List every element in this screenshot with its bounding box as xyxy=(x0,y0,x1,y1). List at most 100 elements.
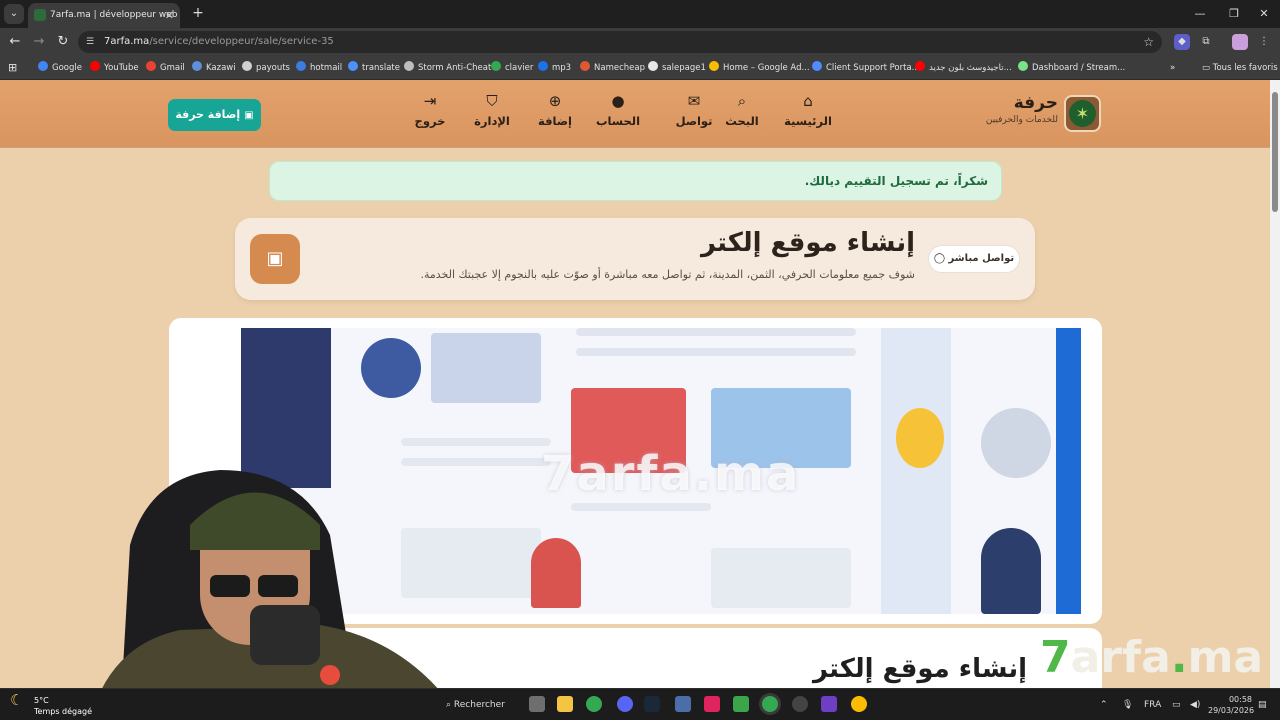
bookmark-payouts[interactable]: payouts xyxy=(242,56,290,80)
bookmark-google[interactable]: Google xyxy=(38,56,82,80)
tab-title: 7arfa.ma | développeur web m xyxy=(50,10,180,20)
illustration-person xyxy=(981,528,1041,614)
windows-taskbar: ☾ 5°C Temps dégagé ⌕ Rechercher ⌃ 🎙 FRA ▭… xyxy=(0,688,1280,720)
meta-icon xyxy=(812,61,822,71)
chevron-right-icon[interactable]: » xyxy=(1170,56,1175,80)
active-tab[interactable]: 7arfa.ma | développeur web m ✕ xyxy=(28,3,180,28)
obs-icon[interactable] xyxy=(792,696,808,712)
profile-avatar[interactable] xyxy=(1232,34,1248,50)
window-close-icon[interactable]: ✕ xyxy=(1248,4,1280,24)
bookmark-mp3[interactable]: mp3 xyxy=(538,56,571,80)
logout-icon: ⇥ xyxy=(423,92,437,110)
moon-icon: ☾ xyxy=(10,691,24,709)
service-title: إنشاء موقع إلكتر xyxy=(700,228,915,258)
bookmark-storm-anti-cheat[interactable]: Storm Anti-Cheat xyxy=(404,56,491,80)
service-subtitle: شوف جميع معلومات الحرفي، الثمن، المدينة،… xyxy=(420,268,915,281)
image-placeholder-icon xyxy=(431,333,541,403)
bookmark-translate[interactable]: translate xyxy=(348,56,400,80)
shield-icon: ⛉ xyxy=(486,92,498,110)
minimize-icon[interactable]: — xyxy=(1184,4,1216,24)
nav-add[interactable]: ⊕ إضافة xyxy=(520,92,590,128)
bookmark-namecheap[interactable]: Namecheap xyxy=(580,56,645,80)
storm-icon xyxy=(404,61,414,71)
nav-search[interactable]: ⌕ البحث xyxy=(707,92,777,128)
service-title-card: ▣ إنشاء موقع إلكتر شوف جميع معلومات الحر… xyxy=(235,218,1035,300)
steam-icon[interactable] xyxy=(644,696,660,712)
nav-admin[interactable]: ⛉ الإدارة xyxy=(457,92,527,128)
notification-icon[interactable]: ▤ xyxy=(1258,689,1267,720)
webcam-overlay xyxy=(90,465,462,720)
close-icon[interactable]: ✕ xyxy=(165,3,174,28)
nav-home[interactable]: ⌂ الرئيسية xyxy=(773,92,843,128)
bookmark-gmail[interactable]: Gmail xyxy=(146,56,185,80)
bookmark-star-icon[interactable]: ☆ xyxy=(1143,31,1154,53)
bookmark-youtube-video[interactable]: تاجيدوسث بلون جديد... xyxy=(915,56,1012,80)
direct-contact-button[interactable]: تواصل مباشر ◯ xyxy=(928,245,1020,273)
taskbar-search[interactable]: ⌕ Rechercher xyxy=(446,695,505,715)
apps-grid-icon[interactable]: ⊞ xyxy=(8,56,17,80)
chrome-canary-icon[interactable] xyxy=(851,696,867,712)
mp3-icon xyxy=(538,61,548,71)
back-icon[interactable]: ← xyxy=(4,32,26,52)
google-icon xyxy=(38,61,48,71)
file-explorer-icon[interactable] xyxy=(557,696,573,712)
language-indicator[interactable]: FRA xyxy=(1144,689,1161,720)
address-bar[interactable]: ☰ 7arfa.ma/service/developpeur/sale/serv… xyxy=(78,31,1162,53)
task-view-icon[interactable] xyxy=(529,696,545,712)
extensions-puzzle-icon[interactable]: ⧉ xyxy=(1198,34,1214,50)
kazawi-icon xyxy=(192,61,202,71)
microphone-icon[interactable]: 🎙 xyxy=(1122,689,1133,720)
bookmark-clavier[interactable]: clavier xyxy=(491,56,533,80)
star-emblem-icon: ✶ xyxy=(1069,100,1096,127)
bookmark-youtube[interactable]: YouTube xyxy=(90,56,139,80)
bookmarks-bar: ⊞ Google YouTube Gmail Kazawi payouts ho… xyxy=(0,56,1280,80)
bookmark-hotmail[interactable]: hotmail xyxy=(296,56,342,80)
folder-icon: ▭ xyxy=(1202,63,1213,73)
app-icon[interactable] xyxy=(821,696,837,712)
brand-title: حرفة xyxy=(1013,93,1058,113)
bookmark-kazawi[interactable]: Kazawi xyxy=(192,56,236,80)
gear-icon xyxy=(981,408,1051,478)
dashboard-icon xyxy=(1018,61,1028,71)
play-icon[interactable] xyxy=(733,696,749,712)
volume-icon[interactable]: ◀) xyxy=(1190,689,1200,720)
extension-icon[interactable]: ◆ xyxy=(1174,34,1190,50)
new-tab-button[interactable]: + xyxy=(188,3,208,23)
toolbar: ← → ↻ ☰ 7arfa.ma/service/developpeur/sal… xyxy=(0,28,1280,56)
clock[interactable]: 00:58 29/03/2026 xyxy=(1208,694,1254,716)
tray-chevron-icon[interactable]: ⌃ xyxy=(1100,689,1108,720)
bookmark-dashboard[interactable]: Dashboard / Stream... xyxy=(1018,56,1125,80)
all-bookmarks-folder[interactable]: ▭ Tous les favoris xyxy=(1202,56,1278,80)
brand[interactable]: حرفة للخدمات والحرفيين xyxy=(960,92,1058,127)
site-logo[interactable]: ✶ xyxy=(1064,95,1101,132)
tab-search-button[interactable]: ⌄ xyxy=(4,4,24,24)
discord-icon[interactable] xyxy=(617,696,633,712)
whatsapp-icon: ◯ xyxy=(933,253,946,264)
bookmark-client-support[interactable]: Client Support Porta... xyxy=(812,56,920,80)
forward-icon[interactable]: → xyxy=(28,32,50,52)
chrome-active-icon[interactable] xyxy=(762,696,778,712)
text-line xyxy=(576,328,856,336)
reload-icon[interactable]: ↻ xyxy=(52,32,74,52)
bookmark-google-ads[interactable]: Home – Google Ad... xyxy=(709,56,810,80)
app-icon[interactable] xyxy=(675,696,691,712)
illustration-person xyxy=(531,538,581,608)
nav-logout[interactable]: ⇥ خروج xyxy=(395,92,465,128)
nav-account[interactable]: ● الحساب xyxy=(583,92,653,128)
text-line xyxy=(576,348,856,356)
success-message: شكراً، تم تسجيل التقييم ديالك. xyxy=(269,161,1002,201)
site-info-icon[interactable]: ☰ xyxy=(86,36,98,48)
add-craft-button[interactable]: ▣إضافة حرفة xyxy=(168,99,261,131)
bookmark-salepage1[interactable]: salepage1 xyxy=(648,56,706,80)
page-scrollbar[interactable] xyxy=(1270,80,1280,688)
gmail-icon xyxy=(146,61,156,71)
app-icon[interactable] xyxy=(704,696,720,712)
chrome-icon[interactable] xyxy=(586,696,602,712)
google-ads-icon xyxy=(709,61,719,71)
menu-icon[interactable]: ⋮ xyxy=(1256,34,1272,50)
briefcase-icon: ▣ xyxy=(244,110,254,121)
network-icon[interactable]: ▭ xyxy=(1172,689,1181,720)
image-watermark: 7arfa.ma xyxy=(541,446,801,502)
restore-icon[interactable]: ❐ xyxy=(1218,4,1250,24)
scrollbar-thumb[interactable] xyxy=(1272,92,1278,212)
